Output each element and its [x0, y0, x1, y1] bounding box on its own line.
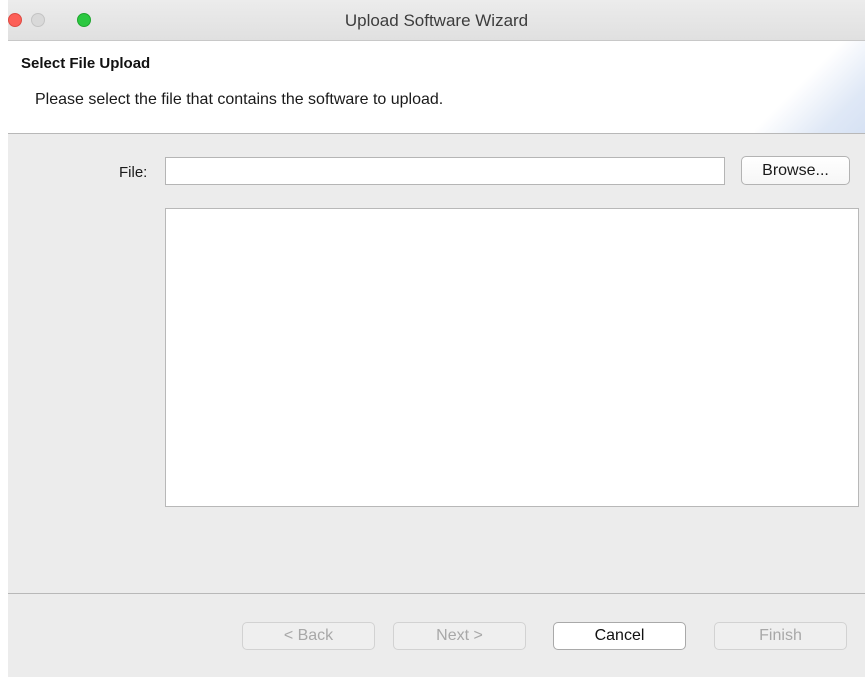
file-label: File: [119, 164, 148, 181]
browse-button[interactable]: Browse... [741, 156, 850, 185]
page-description: Please select the file that contains the… [35, 91, 444, 108]
next-button[interactable]: Next > [393, 622, 526, 650]
wizard-window: Upload Software Wizard Select File Uploa… [8, 0, 865, 677]
back-button[interactable]: < Back [242, 622, 375, 650]
cancel-button[interactable]: Cancel [553, 622, 686, 650]
window-title: Upload Software Wizard [344, 11, 529, 30]
finish-button[interactable]: Finish [714, 622, 847, 650]
page-title: Select File Upload [21, 55, 151, 72]
wizard-header: Select File Upload Please select the fil… [8, 41, 865, 134]
title-bar[interactable]: Upload Software Wizard [8, 0, 865, 41]
file-details-area [165, 208, 859, 507]
file-path-input[interactable] [165, 157, 725, 185]
header-decoration [755, 41, 865, 133]
footer-divider [8, 593, 865, 594]
